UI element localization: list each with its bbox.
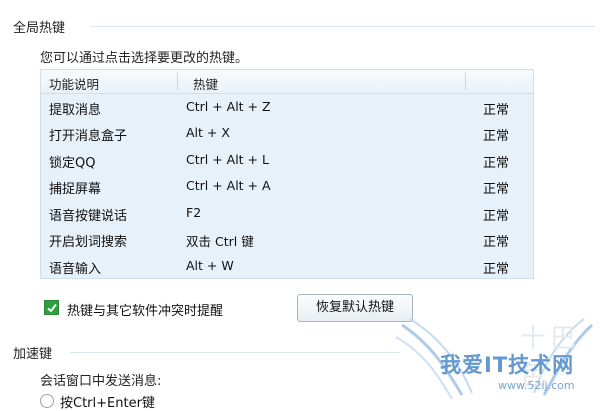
global-hotkeys-title: 全局热键 [13, 21, 66, 36]
table-row[interactable]: 捕捉屏幕 Ctrl + Alt + A 正常 [41, 173, 533, 199]
site-watermark: 十巴色 我爱IT技术网 www.52ij.com [392, 315, 609, 403]
status-cell: 正常 [483, 182, 510, 197]
function-cell: 打开消息盒子 [49, 129, 128, 144]
ctrl-enter-radio-label[interactable]: 按Ctrl+Enter键 [60, 392, 155, 411]
hotkey-cell[interactable]: 双击 Ctrl 键 [186, 231, 254, 250]
function-cell: 开启划词搜索 [49, 235, 128, 250]
function-cell: 锁定QQ [49, 156, 96, 171]
conflict-warning-label[interactable]: 热键与其它软件冲突时提醒 [67, 300, 223, 319]
status-cell: 正常 [483, 209, 510, 224]
status-cell: 正常 [483, 156, 510, 171]
column-separator [465, 73, 466, 90]
function-cell: 语音按键说话 [49, 209, 128, 224]
column-header-hotkey[interactable]: 热键 [193, 74, 218, 93]
section-divider [90, 26, 595, 27]
table-row[interactable]: 打开消息盒子 Alt + X 正常 [41, 120, 533, 146]
conflict-warning-checkbox[interactable] [44, 300, 59, 315]
watermark-url-text: www.52ij.com [498, 379, 575, 392]
status-cell: 正常 [483, 235, 510, 250]
hotkey-cell[interactable]: Ctrl + Alt + A [186, 178, 271, 193]
function-cell: 捕捉屏幕 [49, 182, 102, 197]
send-message-description: 会话窗口中发送消息: [40, 374, 162, 389]
table-row[interactable]: 语音按键说话 F2 正常 [41, 200, 533, 226]
global-hotkeys-description: 您可以通过点击选择要更改的热键。 [40, 51, 249, 66]
status-cell: 正常 [483, 262, 510, 277]
checkmark-icon [47, 303, 57, 313]
hotkey-table: 功能说明 热键 提取消息 Ctrl + Alt + Z 正常 打开消息盒子 Al… [40, 69, 534, 279]
hotkey-cell[interactable]: Ctrl + Alt + L [186, 152, 269, 167]
table-row[interactable]: 语音输入 Alt + W 正常 [41, 253, 533, 279]
hotkey-cell[interactable]: F2 [186, 205, 201, 220]
function-cell: 语音输入 [49, 262, 102, 277]
hotkey-cell[interactable]: Alt + W [186, 258, 234, 273]
column-header-function[interactable]: 功能说明 [49, 74, 99, 93]
status-cell: 正常 [483, 129, 510, 144]
hotkey-cell[interactable]: Ctrl + Alt + Z [186, 99, 271, 114]
function-cell: 提取消息 [49, 103, 102, 118]
table-row[interactable]: 开启划词搜索 双击 Ctrl 键 正常 [41, 226, 533, 252]
status-cell: 正常 [483, 103, 510, 118]
hotkey-table-header: 功能说明 热键 [41, 70, 533, 94]
ctrl-enter-radio[interactable] [40, 394, 54, 408]
watermark-main-text: 我爱IT技术网 [440, 353, 575, 377]
hotkey-cell[interactable]: Alt + X [186, 125, 230, 140]
table-row[interactable]: 锁定QQ Ctrl + Alt + L 正常 [41, 147, 533, 173]
table-row[interactable]: 提取消息 Ctrl + Alt + Z 正常 [41, 94, 533, 120]
column-separator [177, 73, 178, 90]
accelerator-section-title: 加速键 [13, 347, 53, 362]
section-divider [70, 352, 400, 353]
